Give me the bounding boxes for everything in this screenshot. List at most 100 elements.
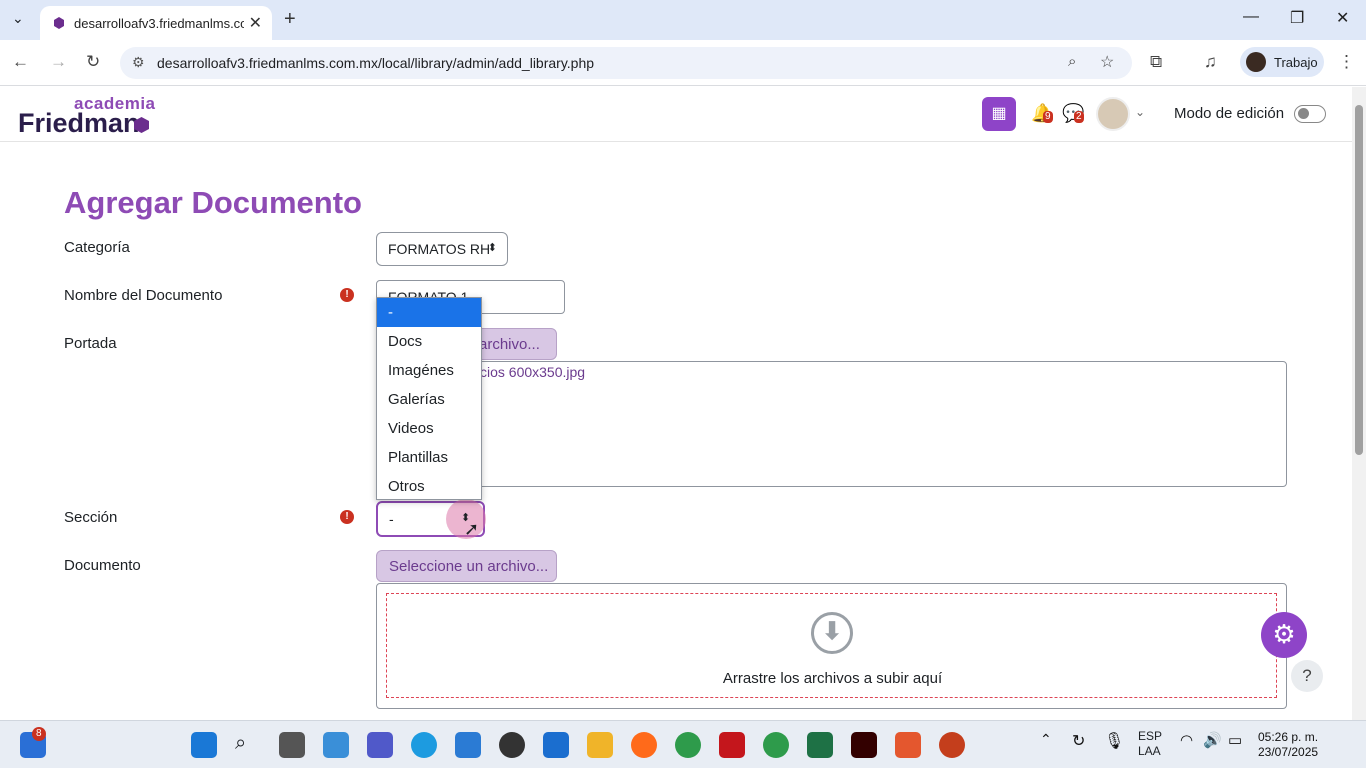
microphone-icon[interactable]: 🎙	[1104, 731, 1124, 751]
portada-file-name[interactable]: cios 600x350.jpg	[480, 364, 585, 380]
wifi-icon[interactable]: ◠	[1180, 731, 1193, 749]
profile-button[interactable]: Trabajo	[1240, 47, 1324, 77]
battery-icon[interactable]: ▭	[1228, 731, 1242, 749]
portada-label: Portada	[64, 335, 117, 352]
documento-file-button[interactable]: Seleccione un archivo...	[376, 550, 557, 582]
download-arrow-icon: ⬇	[811, 612, 853, 654]
seccion-label: Sección	[64, 509, 118, 526]
messages-badge: 2	[1074, 111, 1084, 123]
forward-icon[interactable]: →	[50, 52, 67, 72]
sync-icon[interactable]: ↻	[1072, 731, 1085, 751]
clock-date: 23/07/2025	[1258, 745, 1319, 759]
chrome-profile-icon[interactable]	[763, 732, 789, 758]
browser-tab-bar: ⌄ desarrolloafv3.friedmanlms.com.mx ✕ + …	[0, 0, 1366, 40]
page-title: Agregar Documento	[64, 185, 362, 220]
settings-gear-button[interactable]: ⚙	[1261, 612, 1307, 658]
favicon-icon	[54, 17, 64, 29]
volume-icon[interactable]: 🔊	[1203, 731, 1222, 749]
seccion-value: -	[389, 511, 394, 527]
select-arrows-icon: ⬍	[487, 242, 497, 254]
browser-toolbar: ← → ↻ ⚙ desarrolloafv3.friedmanlms.com.m…	[0, 40, 1366, 86]
clock[interactable]: 05:26 p. m. 23/07/2025	[1258, 730, 1318, 760]
portada-file-box: cios 600x350.jpg	[376, 361, 1287, 487]
help-button[interactable]: ?	[1291, 660, 1323, 692]
start-windows-icon[interactable]	[191, 732, 217, 758]
dropdown-option[interactable]: Docs	[377, 327, 481, 356]
tab-title: desarrolloafv3.friedmanlms.com.mx	[74, 15, 244, 31]
media-control-icon[interactable]: ♫	[1204, 52, 1217, 72]
scrollbar-thumb[interactable]	[1355, 105, 1363, 455]
profile-label: Trabajo	[1274, 54, 1318, 70]
tab-close-icon[interactable]: ✕	[249, 13, 262, 33]
new-tab-icon[interactable]: +	[284, 8, 296, 31]
mouse-cursor-icon: ➚	[464, 519, 480, 539]
acrobat-icon[interactable]	[719, 732, 745, 758]
task-view-icon[interactable]	[279, 732, 305, 758]
powerpoint-icon[interactable]	[939, 732, 965, 758]
search-icon[interactable]: ⌕	[235, 732, 261, 758]
dropdown-option[interactable]: Plantillas	[377, 443, 481, 472]
seccion-dropdown-list: - Docs Imagénes Galerías Videos Plantill…	[376, 297, 482, 500]
firefox-icon[interactable]	[631, 732, 657, 758]
back-icon[interactable]: ←	[12, 52, 29, 72]
brave-icon[interactable]	[895, 732, 921, 758]
page-scrollbar[interactable]	[1352, 87, 1366, 720]
mail-icon[interactable]	[543, 732, 569, 758]
dropdown-option[interactable]: Galerías	[377, 385, 481, 414]
chrome-icon[interactable]	[675, 732, 701, 758]
store-icon[interactable]	[455, 732, 481, 758]
user-menu-chevron-icon[interactable]: ⌄	[1135, 105, 1145, 119]
required-icon: !	[340, 510, 354, 524]
browser-tab[interactable]: desarrolloafv3.friedmanlms.com.mx ✕	[40, 6, 272, 40]
dell-icon[interactable]	[499, 732, 525, 758]
portada-button-label: archivo...	[479, 335, 540, 353]
edit-mode-toggle[interactable]	[1294, 105, 1326, 123]
tab-search-icon[interactable]: ⌄	[12, 10, 24, 27]
extensions-icon[interactable]: ⧉	[1150, 52, 1162, 72]
browser-menu-icon[interactable]: ⋮	[1338, 52, 1355, 72]
categoria-label: Categoría	[64, 239, 130, 256]
categoria-value: FORMATOS RH	[388, 241, 491, 257]
grid-icon: ▦	[991, 105, 1007, 122]
bookmark-star-icon[interactable]: ☆	[1100, 52, 1114, 72]
maximize-icon[interactable]: ❐	[1290, 8, 1304, 28]
dropdown-option[interactable]: Videos	[377, 414, 481, 443]
logo-main-text[interactable]: Friedman	[18, 108, 140, 139]
edge-icon[interactable]	[411, 732, 437, 758]
url-text: desarrolloafv3.friedmanlms.com.mx/local/…	[157, 55, 595, 71]
documento-label: Documento	[64, 557, 141, 574]
lang-bottom: LAA	[1138, 744, 1161, 758]
lang-top: ESP	[1138, 729, 1163, 743]
reload-icon[interactable]: ↻	[86, 52, 100, 72]
site-info-icon[interactable]: ⚙	[132, 54, 145, 71]
excel-icon[interactable]	[807, 732, 833, 758]
clock-time: 05:26 p. m.	[1258, 730, 1319, 744]
zoom-search-icon[interactable]: ⌕	[1068, 53, 1076, 70]
minimize-icon[interactable]: —	[1243, 8, 1259, 26]
site-header: academia Friedman ▦ 🔔 9 💬 2 ⌄ Modo de ed…	[0, 87, 1352, 142]
nombre-label: Nombre del Documento	[64, 287, 223, 304]
file-explorer-icon[interactable]	[587, 732, 613, 758]
drop-zone[interactable]: ⬇ Arrastre los archivos a subir aquí	[386, 593, 1277, 698]
categoria-select[interactable]: FORMATOS RH ⬍	[376, 232, 508, 266]
profile-avatar-icon	[1246, 52, 1266, 72]
illustrator-icon[interactable]	[851, 732, 877, 758]
apps-grid-button[interactable]: ▦	[982, 97, 1016, 131]
arrow-glyph: ⬇	[822, 618, 843, 645]
dropdown-option[interactable]: -	[377, 298, 481, 327]
teams-icon[interactable]	[367, 732, 393, 758]
documento-button-label: Seleccione un archivo...	[389, 557, 549, 575]
drop-zone-text: Arrastre los archivos a subir aquí	[722, 670, 943, 687]
user-avatar[interactable]	[1096, 97, 1130, 131]
language-indicator[interactable]: ESP LAA	[1138, 729, 1162, 759]
copilot-icon[interactable]	[323, 732, 349, 758]
dropdown-option[interactable]: Otros	[377, 472, 481, 501]
notifications-badge: 9	[1043, 111, 1053, 123]
widgets-badge: 8	[32, 727, 46, 741]
address-bar[interactable]: ⚙ desarrolloafv3.friedmanlms.com.mx/loca…	[120, 47, 1132, 79]
page-content: academia Friedman ▦ 🔔 9 💬 2 ⌄ Modo de ed…	[0, 87, 1352, 720]
required-icon: !	[340, 288, 354, 302]
dropdown-option[interactable]: Imagénes	[377, 356, 481, 385]
window-close-icon[interactable]: ✕	[1336, 8, 1349, 28]
tray-overflow-icon[interactable]: ⌃	[1040, 731, 1052, 748]
